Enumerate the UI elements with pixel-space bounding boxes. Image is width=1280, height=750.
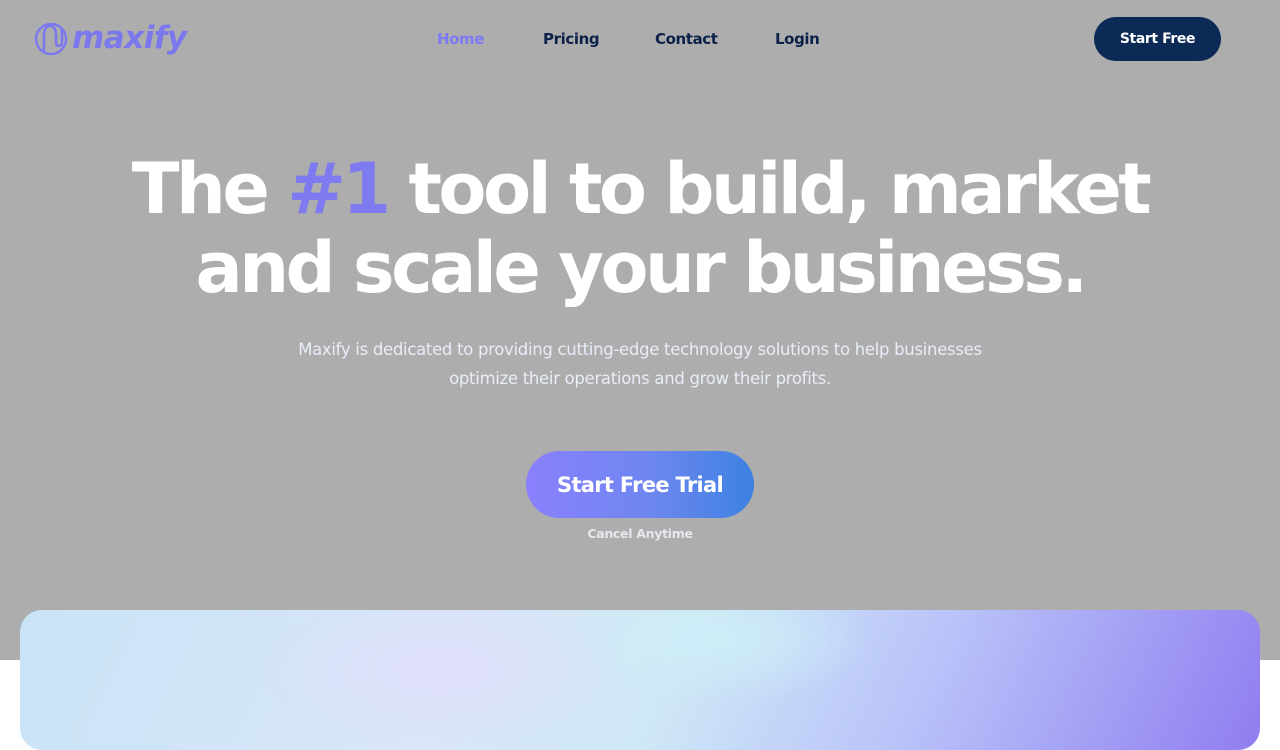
product-preview-card <box>20 610 1260 750</box>
nav-login[interactable]: Login <box>775 30 820 48</box>
start-free-trial-button[interactable]: Start Free Trial <box>526 451 754 518</box>
nav-home[interactable]: Home <box>437 30 484 48</box>
hero-headline: The #1 tool to build, market and scale y… <box>60 150 1220 308</box>
nav-pricing[interactable]: Pricing <box>543 30 600 48</box>
hero-section: maxify Home Pricing Contact Login Start … <box>0 0 1280 660</box>
cancel-anytime-note: Cancel Anytime <box>587 526 693 541</box>
headline-accent: #1 <box>287 148 391 230</box>
hero-subtext: Maxify is dedicated to providing cutting… <box>298 340 982 388</box>
start-free-button[interactable]: Start Free <box>1094 17 1221 61</box>
navbar: maxify Home Pricing Contact Login Start … <box>0 0 1280 80</box>
nav-contact[interactable]: Contact <box>655 30 718 48</box>
main-nav: Home Pricing Contact Login <box>0 30 1280 50</box>
headline-before: The <box>131 148 288 230</box>
